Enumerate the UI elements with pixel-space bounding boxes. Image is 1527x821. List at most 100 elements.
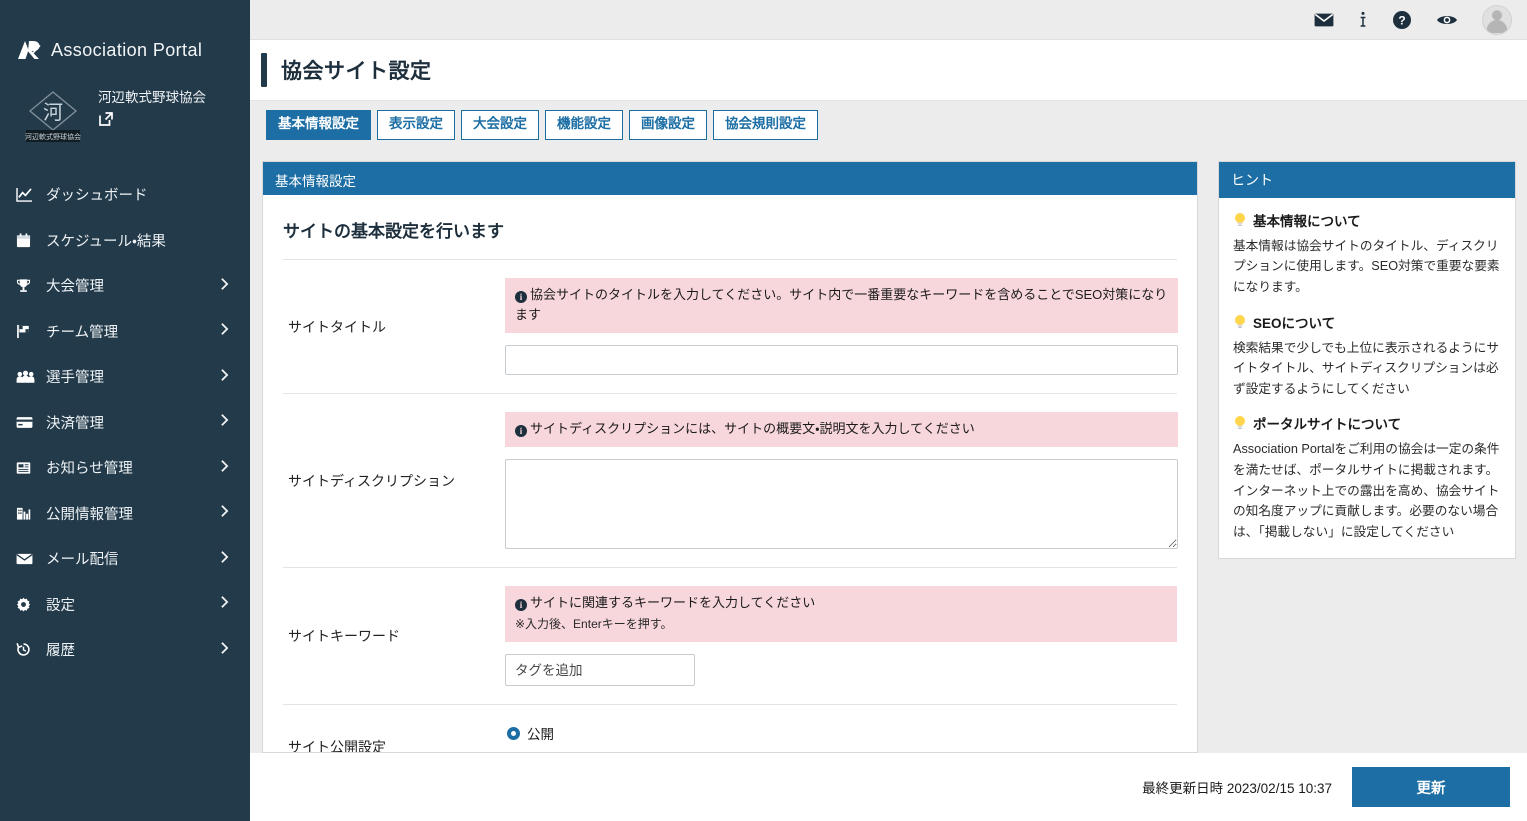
- panel-header: 基本情報設定: [263, 162, 1197, 195]
- lightbulb-icon: [1233, 415, 1247, 431]
- visibility-radio-group: 公開 非公開: [505, 723, 1177, 752]
- hint-title: SEOについて: [1253, 312, 1335, 332]
- form-row-site-description: サイトディスクリプション iサイトディスクリプションには、サイトの概要文・説明文…: [283, 394, 1177, 568]
- hint-text: 協会サイトのタイトルを入力してください。サイト内で一番重要なキーワードを含めるこ…: [515, 287, 1167, 322]
- field-site-description: iサイトディスクリプションには、サイトの概要文・説明文を入力してください: [505, 412, 1178, 549]
- title-accent-bar: [261, 53, 267, 87]
- chevron-right-icon: [220, 368, 234, 386]
- sidebar-item-tournament[interactable]: 大会管理: [0, 263, 250, 309]
- footer-bar: 最終更新日時 2023/02/15 10:37 更新: [250, 753, 1527, 821]
- hint-site-description: iサイトディスクリプションには、サイトの概要文・説明文を入力してください: [505, 412, 1178, 447]
- brand[interactable]: Association Portal: [0, 0, 250, 62]
- hints-body: 基本情報について 基本情報は協会サイトのタイトル、ディスクリプションに使用します…: [1219, 198, 1515, 558]
- sidebar-item-label: メール配信: [46, 548, 220, 569]
- hints-header: ヒント: [1219, 162, 1515, 198]
- envelope-icon: [16, 553, 38, 565]
- chevron-right-icon: [220, 550, 234, 568]
- hints-panel: ヒント 基本情報について: [1218, 161, 1516, 559]
- page-title: 協会サイト設定: [281, 55, 432, 85]
- content-area: 基本情報設定 サイトの基本設定を行います サイトタイトル i協会サイトのタイトル…: [250, 149, 1527, 760]
- gear-icon: [16, 597, 38, 612]
- settings-panel: 基本情報設定 サイトの基本設定を行います サイトタイトル i協会サイトのタイトル…: [262, 161, 1198, 753]
- update-button[interactable]: 更新: [1352, 767, 1510, 807]
- sidebar-item-public-info[interactable]: 公開情報管理: [0, 491, 250, 537]
- label-site-visibility: サイト公開設定: [283, 723, 505, 752]
- chevron-right-icon: [220, 322, 234, 340]
- trophy-icon: [16, 278, 38, 293]
- eye-icon[interactable]: [1436, 13, 1458, 27]
- help-icon[interactable]: ?: [1392, 10, 1412, 30]
- tab-basic-info[interactable]: 基本情報設定: [266, 110, 371, 140]
- association-block: 河 河辺軟式野球協会 河辺軟式野球協会: [0, 62, 250, 146]
- hint-title-row: SEOについて: [1233, 312, 1501, 332]
- site-description-textarea[interactable]: [505, 459, 1178, 549]
- radio-label: 公開: [527, 723, 554, 743]
- sidebar-item-label: 決済管理: [46, 412, 220, 433]
- sidebar-item-team[interactable]: チーム管理: [0, 309, 250, 355]
- tab-display-settings[interactable]: 表示設定: [377, 110, 455, 140]
- sidebar-item-payment[interactable]: 決済管理: [0, 400, 250, 446]
- chart-line-icon: [16, 187, 38, 202]
- info-icon[interactable]: [1358, 11, 1368, 29]
- hint-title-row: 基本情報について: [1233, 210, 1501, 230]
- hint-title-row: ポータルサイトについて: [1233, 413, 1501, 433]
- sidebar-item-label: 選手管理: [46, 366, 220, 387]
- chevron-right-icon: [220, 413, 234, 431]
- sidebar-item-settings[interactable]: 設定: [0, 582, 250, 628]
- sidebar-item-label: お知らせ管理: [46, 457, 220, 478]
- radio-private[interactable]: 非公開: [507, 750, 1177, 752]
- newspaper-icon: [16, 461, 38, 475]
- sidebar-item-schedule[interactable]: スケジュール・結果: [0, 218, 250, 264]
- tab-strip: 基本情報設定 表示設定 大会設定 機能設定 画像設定 協会規則設定: [250, 100, 1527, 149]
- hint-text: サイトディスクリプションには、サイトの概要文・説明文を入力してください: [530, 421, 975, 436]
- user-avatar-icon[interactable]: [1482, 5, 1512, 35]
- hint-subtext: ※入力後、Enterキーを押す。: [515, 615, 1167, 634]
- radio-public[interactable]: 公開: [507, 723, 1177, 743]
- flag-icon: [16, 324, 38, 339]
- sidebar-nav: ダッシュボード スケジュール・結果: [0, 172, 250, 673]
- tab-rules-settings[interactable]: 協会規則設定: [713, 110, 818, 140]
- label-site-title: サイトタイトル: [283, 278, 505, 375]
- main-area: ? 協会サイト設定 基本情報設定 表: [250, 0, 1527, 821]
- hint-block-basic-info: 基本情報について 基本情報は協会サイトのタイトル、ディスクリプションに使用します…: [1233, 210, 1501, 298]
- tab-function-settings[interactable]: 機能設定: [545, 110, 623, 140]
- info-circle-icon: i: [515, 425, 527, 437]
- brand-name: Association Portal: [51, 40, 202, 61]
- site-title-input[interactable]: [505, 345, 1178, 375]
- hint-body-text: Association Portalをご利用の協会は一定の条件を満たせば、ポータ…: [1233, 439, 1501, 542]
- sidebar-item-news[interactable]: お知らせ管理: [0, 445, 250, 491]
- association-name: 河辺軟式野球協会: [98, 84, 206, 108]
- chevron-right-icon: [220, 277, 234, 295]
- sidebar-item-label: ダッシュボード: [46, 184, 234, 205]
- sidebar-item-label: 履歴: [46, 639, 220, 660]
- field-site-title: i協会サイトのタイトルを入力してください。サイト内で一番重要なキーワードを含める…: [505, 278, 1178, 375]
- form-row-site-keyword: サイトキーワード iサイトに関連するキーワードを入力してください ※入力後、En…: [283, 568, 1177, 705]
- panel-body: サイトの基本設定を行います サイトタイトル i協会サイトのタイトルを入力してくだ…: [263, 195, 1197, 752]
- hint-site-title: i協会サイトのタイトルを入力してください。サイト内で一番重要なキーワードを含める…: [505, 278, 1178, 333]
- users-icon: [16, 370, 38, 384]
- history-icon: [16, 642, 38, 657]
- svg-text:河辺軟式野球協会: 河辺軟式野球協会: [25, 132, 81, 141]
- sidebar-item-dashboard[interactable]: ダッシュボード: [0, 172, 250, 218]
- ap-monogram-icon: [16, 39, 42, 61]
- sidebar-item-mail[interactable]: メール配信: [0, 536, 250, 582]
- building-icon: [16, 506, 38, 521]
- label-site-description: サイトディスクリプション: [283, 412, 505, 549]
- site-keyword-tag-input[interactable]: [505, 654, 695, 686]
- external-link-icon[interactable]: [98, 111, 114, 127]
- hint-text: サイトに関連するキーワードを入力してください: [530, 595, 815, 610]
- sidebar-item-label: 設定: [46, 594, 220, 615]
- calendar-icon: [16, 233, 38, 248]
- form-row-site-visibility: サイト公開設定 公開 非公開: [283, 705, 1177, 752]
- tab-tournament-settings[interactable]: 大会設定: [461, 110, 539, 140]
- sidebar-item-history[interactable]: 履歴: [0, 627, 250, 673]
- page-header: 協会サイト設定: [250, 40, 1527, 100]
- sidebar-item-label: 公開情報管理: [46, 503, 220, 524]
- chevron-right-icon: [220, 459, 234, 477]
- sidebar-item-players[interactable]: 選手管理: [0, 354, 250, 400]
- mail-icon[interactable]: [1314, 13, 1334, 27]
- radio-label: 非公開: [527, 750, 568, 752]
- sidebar: Association Portal 河 河辺軟式野球協会 河辺軟式野球協会: [0, 0, 250, 821]
- credit-card-icon: [16, 416, 38, 429]
- tab-image-settings[interactable]: 画像設定: [629, 110, 707, 140]
